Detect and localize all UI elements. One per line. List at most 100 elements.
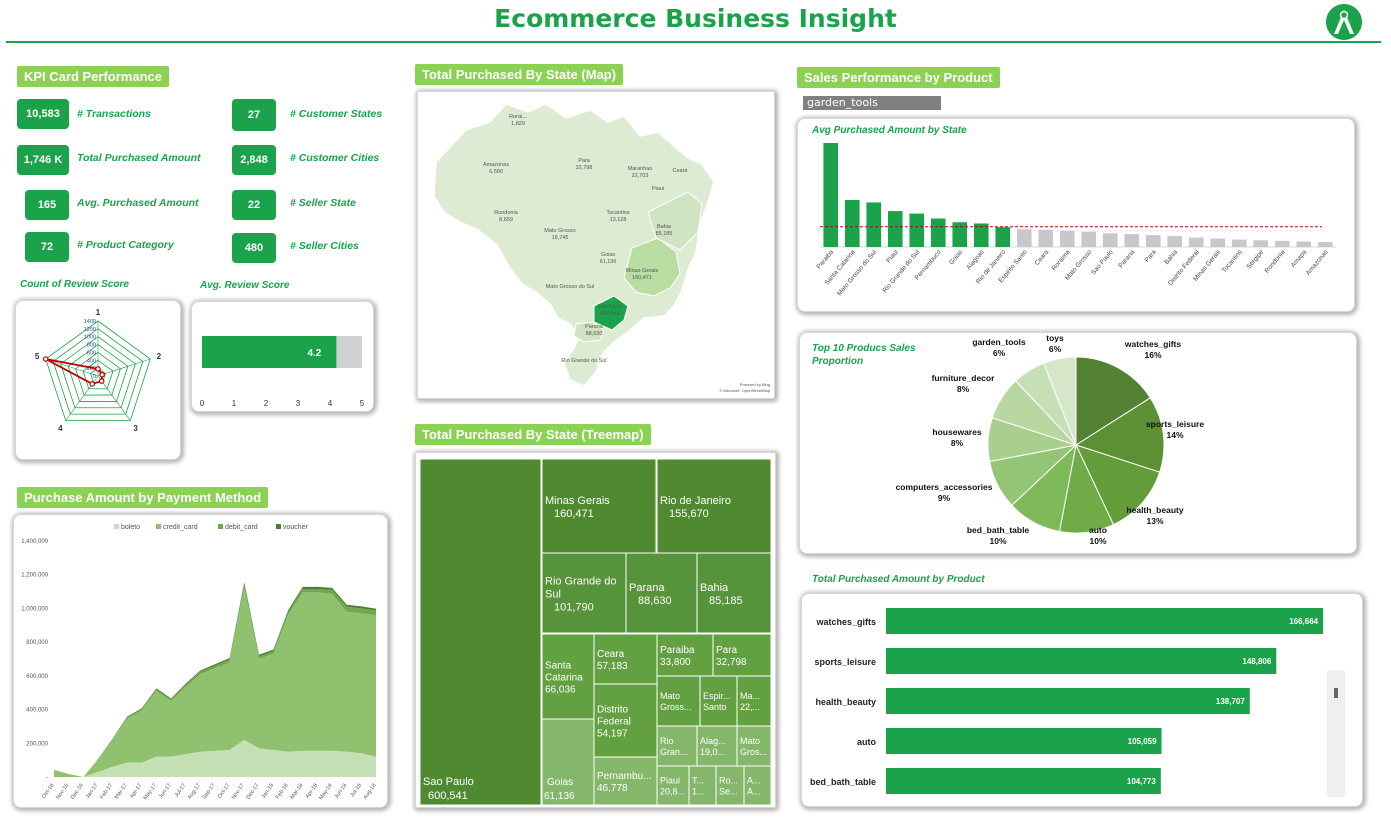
treemap-label: Rio de Janeiro: [660, 495, 731, 507]
area-x-tick: May-17: [143, 783, 158, 801]
area-legend-swatch: [276, 524, 281, 529]
avg-state-bar: [866, 202, 882, 247]
kpi-customer-cities-label: # Customer Cities: [290, 152, 380, 164]
radar-point: [42, 356, 49, 362]
pie-pct: 6%: [1049, 344, 1062, 354]
area-x-tick: Jan-18: [261, 783, 276, 800]
avg-state-bar: [1231, 239, 1247, 247]
area-x-tick: Nov-17: [231, 783, 246, 801]
kpi-avg-amount-value: 165: [25, 190, 69, 220]
avg-state-bar: [1210, 238, 1226, 247]
radar-tick-label: 800: [87, 343, 96, 349]
scrollbar-thumb[interactable]: [1334, 688, 1338, 698]
pie-label: furniture_decor: [932, 373, 996, 383]
treemap-label: Gross...: [660, 702, 692, 712]
treemap-label: Catarina: [545, 673, 583, 684]
treemap-value: 46,778: [597, 783, 628, 794]
treemap-label: Bahia: [700, 582, 729, 594]
area-x-tick: Dec-17: [245, 783, 260, 801]
avg-state-tick: Rondonia: [1264, 248, 1287, 274]
state-treemap: Sao Paulo 600,541 Minas Gerais160,471 Rio d…: [419, 458, 772, 806]
area-legend-swatch: [218, 524, 223, 529]
map-state-value: 32,798: [576, 165, 593, 171]
review-radar-panel: 1 2 3 4 5 1400 1200 1000 800 600 400 200 0: [15, 300, 181, 460]
avg-state-tick: Piaui: [885, 249, 900, 265]
map-state-name: Goias: [601, 252, 616, 258]
product-bars-title: Total Purchased Amount by Product: [812, 574, 985, 585]
avg-state-bar: [930, 218, 946, 247]
treemap-label: Ceara: [597, 649, 625, 660]
area-x-tick: Oct-16: [41, 783, 55, 800]
treemap-label: Alag...: [700, 736, 726, 746]
product-bar: [886, 648, 1277, 674]
treemap-value: 20,8...: [660, 787, 685, 797]
map-state-name: Parana: [585, 324, 604, 330]
avg-state-tick: Bahia: [1163, 248, 1179, 266]
avg-review-tick: 3: [296, 399, 301, 408]
map-state-name: Rondonia: [494, 210, 518, 216]
treemap-value: 61,136: [544, 791, 575, 802]
radar-tick-label: 1400: [84, 319, 96, 325]
radar-axis-label: 3: [133, 424, 138, 433]
payment-area-chart: - 200,000 400,000 600,000 800,000 1,000,000 1,…: [21, 524, 378, 801]
kpi-seller-state-label: # Seller State: [290, 197, 356, 209]
area-y-tick: 400,000: [26, 708, 48, 714]
product-slicer[interactable]: garden_tools: [803, 96, 941, 110]
kpi-transactions-value: 10,583: [17, 99, 69, 129]
radar-point: [89, 381, 96, 387]
avg-state-bar: [823, 143, 839, 247]
avg-state-bar: [1145, 235, 1161, 247]
pie-pct: 10%: [1089, 536, 1106, 546]
avg-state-bar: [1038, 229, 1054, 247]
map-state-value: 600,541: [600, 311, 620, 317]
treemap-label: Federal: [597, 717, 631, 728]
pie-pct: 9%: [938, 493, 951, 503]
header-divider: [6, 41, 1381, 43]
area-x-tick: May-18: [318, 783, 333, 801]
avg-state-bar: [1253, 240, 1269, 247]
treemap-label: Pernambu...: [597, 771, 651, 782]
pie-label: health_beauty: [1126, 505, 1183, 515]
area-x-tick: Aug-18: [363, 783, 378, 801]
top10-title-line2: Proportion: [812, 356, 864, 367]
product-bar-label: auto: [857, 737, 877, 747]
area-legend-label: debit_card: [225, 524, 258, 531]
treemap-label: Distrito: [597, 705, 629, 716]
treemap-value: 33,800: [660, 657, 691, 668]
avg-review-tick: 4: [328, 399, 333, 408]
map-state-value: 13,128: [610, 217, 627, 223]
pie-label: housewares: [932, 427, 981, 437]
treemap-label: Rio: [660, 736, 674, 746]
product-bar-value: 166,664: [1289, 617, 1318, 626]
product-bar: [886, 608, 1324, 634]
avg-state-tick: Amapa: [1290, 249, 1309, 270]
map-credit: Powered by Bing: [740, 382, 770, 387]
kpi-seller-cities-value: 480: [232, 233, 276, 263]
treemap-value: 160,471: [554, 508, 594, 520]
pie-pct: 16%: [1144, 350, 1161, 360]
area-legend-swatch: [114, 524, 119, 529]
avg-state-tick: Sao Paulo: [1090, 248, 1115, 276]
treemap-label: Parana: [629, 582, 665, 594]
map-state-value: 18,745: [552, 235, 569, 241]
avg-state-tick: Parana: [1117, 248, 1136, 269]
avg-state-chart: ParaibaSanta CatarinaMato Grosso do Sul P…: [816, 143, 1336, 297]
map-state-name: Piaui: [652, 186, 664, 192]
area-legend-label: voucher: [283, 524, 309, 531]
kpi-customer-cities-value: 2,848: [232, 145, 276, 175]
area-y-tick: 600,000: [26, 674, 48, 680]
radar-axis-label: 2: [157, 352, 162, 361]
review-avg-title: Avg. Review Score: [200, 280, 290, 291]
treemap-label: Para: [716, 645, 738, 656]
area-y-tick: 1,400,000: [21, 539, 48, 545]
kpi-seller-state-value: 22: [232, 190, 276, 220]
page-title: Ecommerce Business Insight: [494, 4, 897, 33]
radar-point: [95, 366, 101, 372]
treemap-label: Paraiba: [660, 645, 695, 656]
avg-state-tick: Sergipe: [1246, 248, 1266, 270]
avg-review-tick: 2: [264, 399, 269, 408]
area-x-tick: Apr-17: [129, 783, 143, 800]
treemap-cell: [656, 725, 698, 767]
area-x-tick: Jul-18: [349, 783, 363, 799]
treemap-label: A...: [747, 787, 761, 797]
